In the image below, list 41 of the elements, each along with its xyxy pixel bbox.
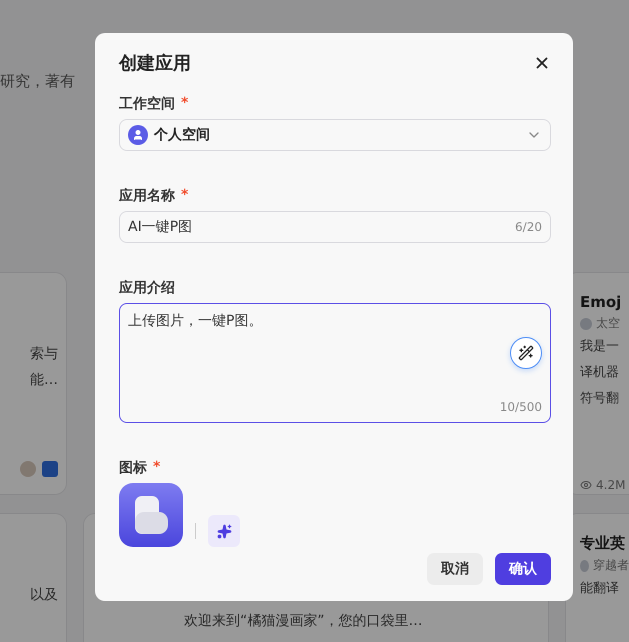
user-icon xyxy=(128,125,148,145)
card-description: 能翻译 xyxy=(580,580,620,598)
app-icon xyxy=(42,461,58,477)
cancel-button[interactable]: 取消 xyxy=(427,553,483,585)
sparkles-icon xyxy=(216,524,232,538)
card-author: 穿越者 xyxy=(593,557,629,574)
card-description: 我是一 xyxy=(580,338,620,356)
required-mark: * xyxy=(181,95,188,113)
required-mark: * xyxy=(153,459,160,477)
card-description: 符号翻 xyxy=(580,390,620,408)
card-title: Emoj xyxy=(580,293,622,311)
text-input[interactable]: AI一键P图 xyxy=(128,219,516,235)
card-author: 太空 xyxy=(596,315,620,332)
avatar-icon xyxy=(580,560,589,572)
view-count: 4.2M xyxy=(596,478,626,492)
app-logo-icon xyxy=(119,483,183,547)
name-field[interactable]: AI一键P图 6/20 xyxy=(119,211,551,243)
workspace-select[interactable]: 个人空间 xyxy=(119,119,551,151)
card-description: 以及 xyxy=(30,586,58,605)
char-counter: 6/20 xyxy=(515,220,542,234)
generate-icon-button[interactable] xyxy=(208,515,240,547)
card-description: 能… xyxy=(30,371,58,390)
field-label: 工作空间 xyxy=(119,95,175,113)
required-mark: * xyxy=(181,187,188,205)
char-counter: 10/500 xyxy=(500,400,542,414)
field-label: 图标 xyxy=(119,459,147,477)
confirm-button[interactable]: 确认 xyxy=(495,553,551,585)
field-label: 应用介绍 xyxy=(119,279,175,297)
field-label: 应用名称 xyxy=(119,187,175,205)
dialog-title: 创建应用 xyxy=(119,52,191,75)
description-field[interactable]: 上传图片，一键P图。 10/500 xyxy=(119,303,551,423)
avatar-icon xyxy=(20,461,36,477)
card-description: 译机器 xyxy=(580,364,620,382)
card-description: 索与 xyxy=(30,345,58,364)
avatar-icon xyxy=(580,318,592,330)
magic-wand-button[interactable] xyxy=(510,337,542,369)
magic-wand-icon xyxy=(518,345,534,361)
card-title: 专业英 xyxy=(580,534,626,553)
views-icon xyxy=(580,479,592,491)
intro-text: 研究，著有 xyxy=(0,72,75,91)
card-description: 欢迎来到“橘猫漫画家”，您的口袋里… xyxy=(184,612,424,631)
